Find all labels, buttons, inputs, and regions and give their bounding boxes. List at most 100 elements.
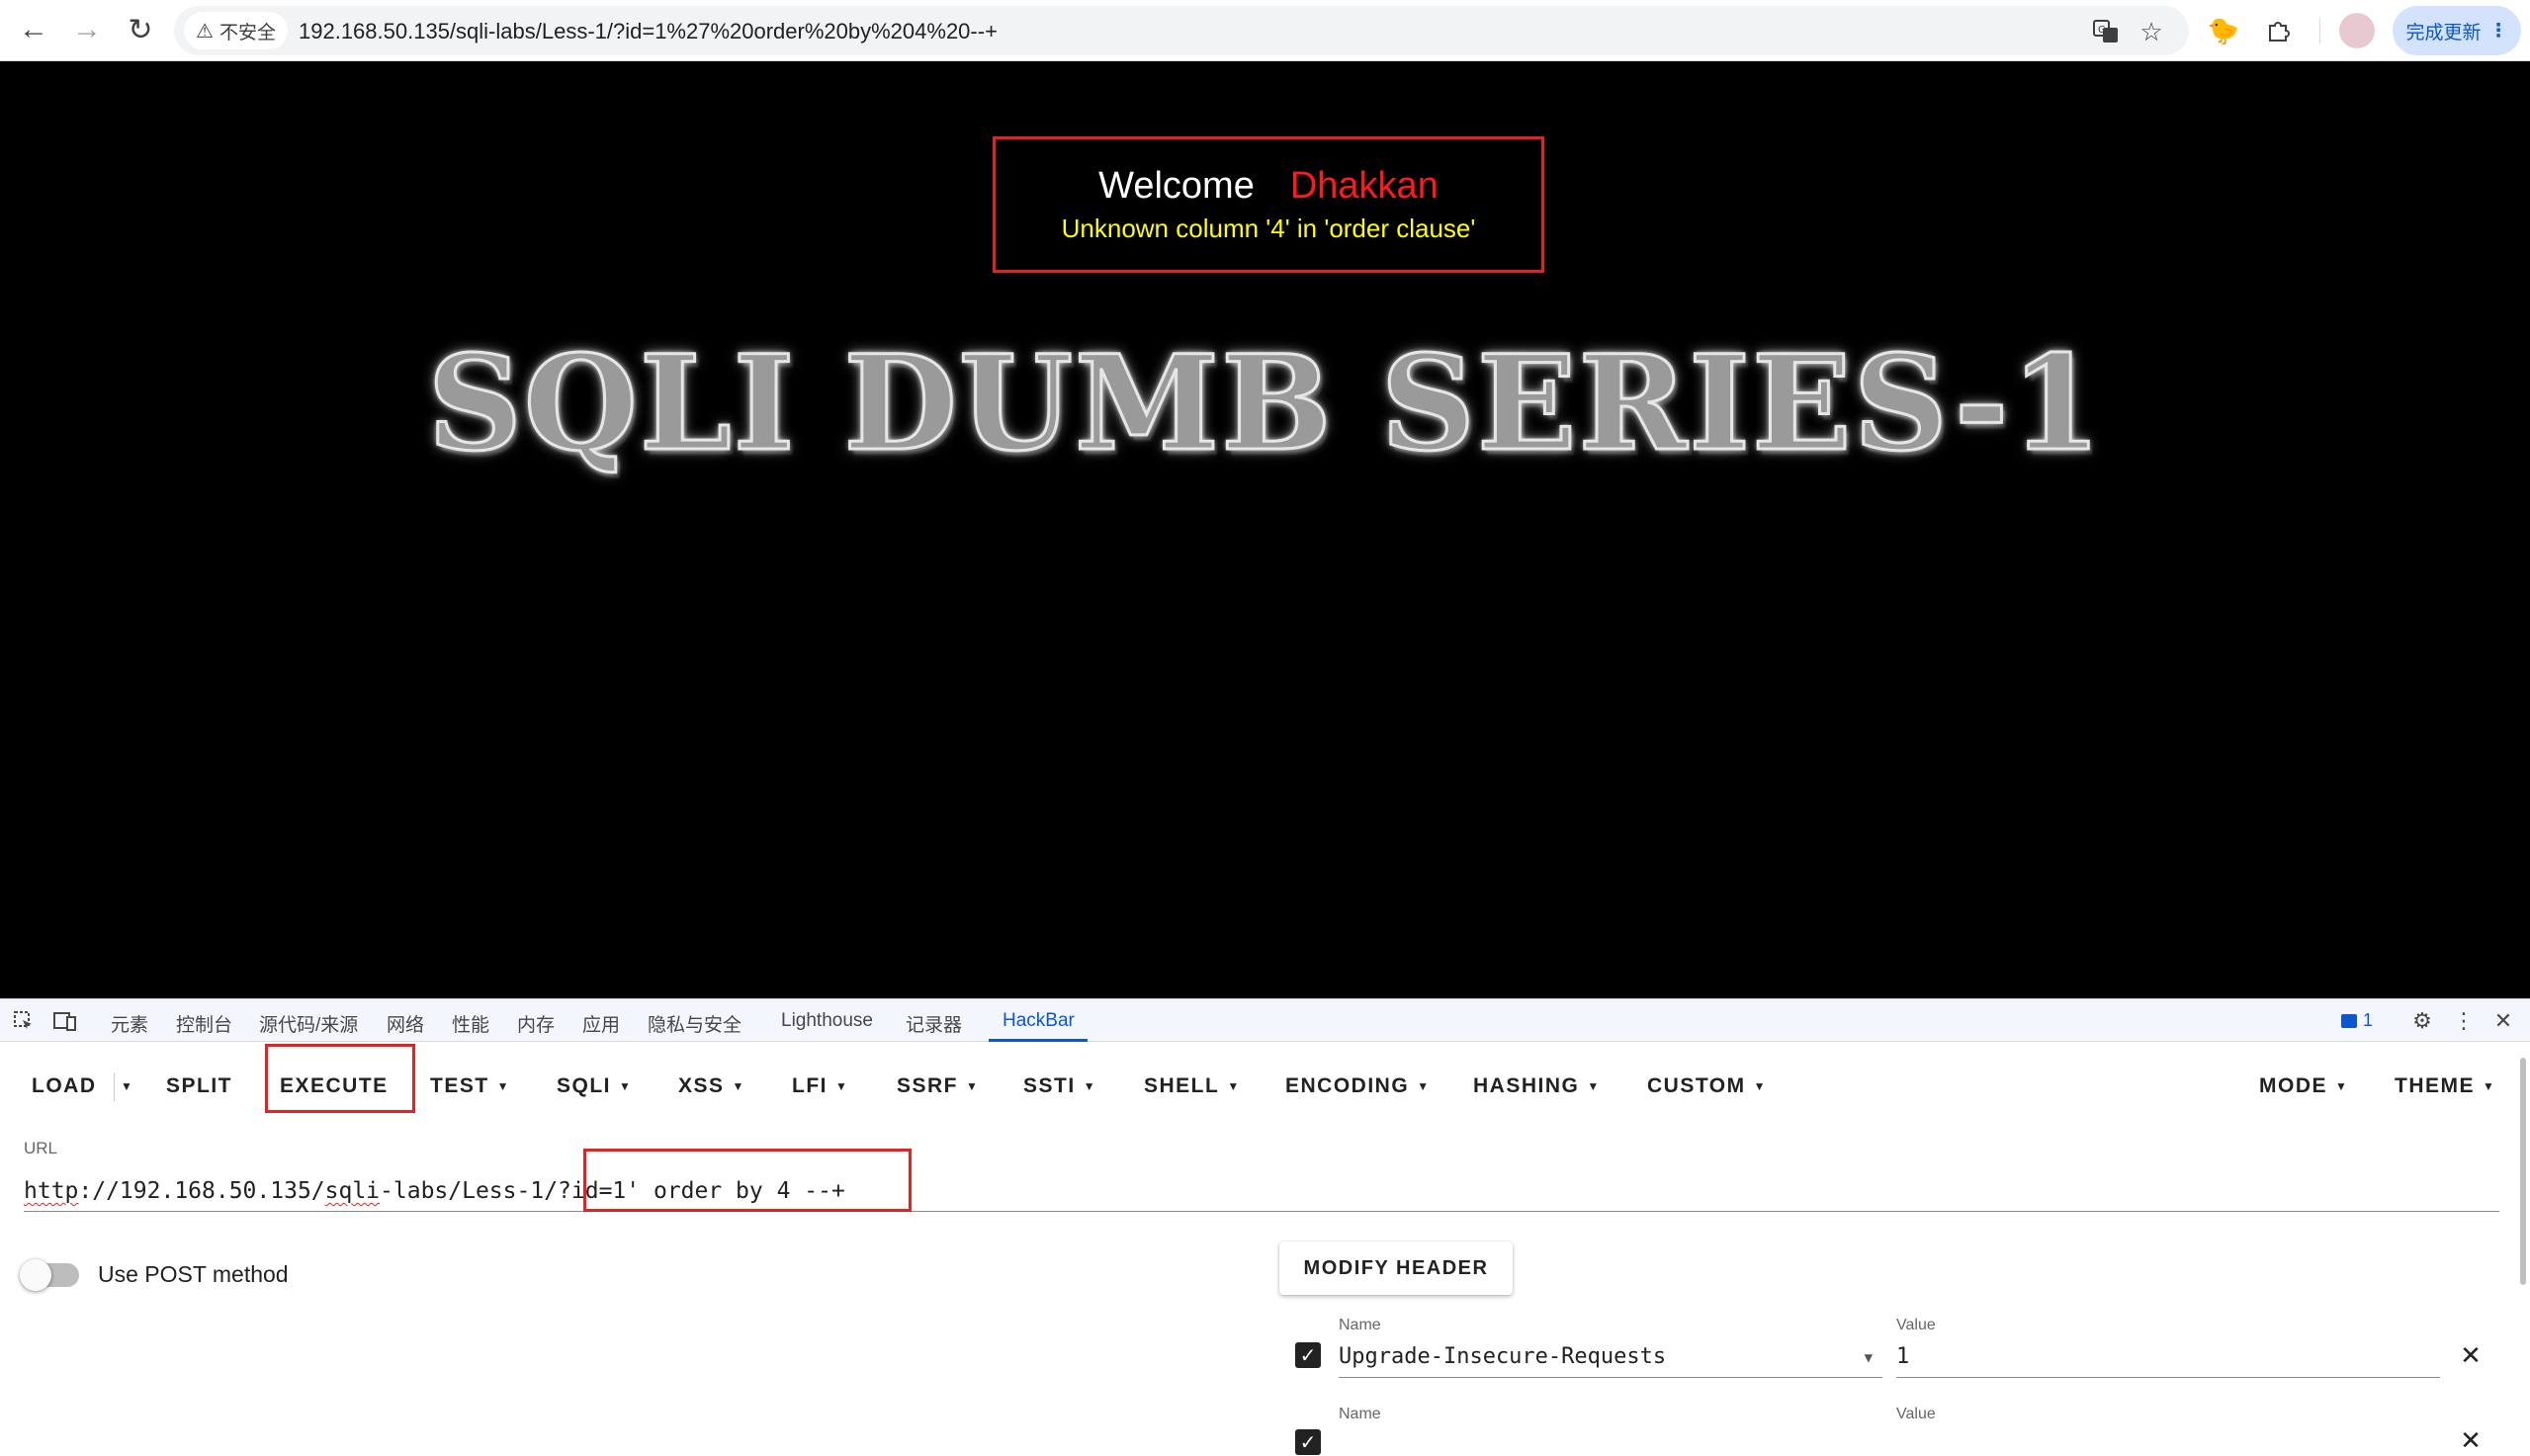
- url-sqli-word: sqli: [324, 1178, 381, 1204]
- mode-label: MODE: [2259, 1074, 2327, 1097]
- theme-label: THEME: [2395, 1074, 2475, 1097]
- devtools-tab-sources[interactable]: 源代码/来源: [259, 1010, 358, 1037]
- sqli-menu-button[interactable]: SQLI ▼: [557, 1064, 632, 1109]
- devtools-tab-console[interactable]: 控制台: [176, 1010, 232, 1037]
- security-label: 不安全: [218, 22, 276, 43]
- lfi-menu-button[interactable]: LFI ▼: [792, 1064, 848, 1109]
- settings-gear-icon[interactable]: ⚙: [2408, 1007, 2436, 1035]
- reload-icon[interactable]: ↻: [119, 8, 162, 51]
- profile-avatar[interactable]: [2339, 13, 2375, 48]
- header-name-label: Name: [1339, 1406, 1381, 1422]
- load-dropdown-button[interactable]: ▼: [121, 1064, 133, 1109]
- back-arrow-icon[interactable]: ←: [12, 8, 55, 51]
- post-method-label: Use POST method: [98, 1261, 289, 1287]
- url-host-path: ://192.168.50.135/: [78, 1178, 325, 1204]
- extensions-puzzle-icon[interactable]: [2258, 10, 2300, 51]
- extension-icon[interactable]: 🐤: [2203, 10, 2244, 51]
- more-options-icon[interactable]: ⋮: [2450, 1007, 2478, 1035]
- hackbar-url-input[interactable]: http://192.168.50.135/sqli-labs/Less-1/?…: [24, 1166, 2499, 1212]
- caret-down-icon: ▼: [2483, 1079, 2496, 1093]
- load-divider: [114, 1073, 115, 1101]
- device-toggle-icon[interactable]: [51, 1007, 79, 1035]
- post-method-toggle[interactable]: [20, 1259, 79, 1291]
- inspect-element-icon[interactable]: [10, 1007, 38, 1035]
- ssti-label: SSTI: [1023, 1074, 1076, 1097]
- load-label: LOAD: [32, 1074, 97, 1097]
- header-name-input[interactable]: Upgrade-Insecure-Requests ▼: [1339, 1336, 1882, 1378]
- remove-header-close-icon[interactable]: ✕: [2456, 1340, 2486, 1370]
- modify-header-button[interactable]: MODIFY HEADER: [1279, 1242, 1513, 1295]
- caret-down-icon: ▼: [619, 1079, 633, 1093]
- devtools-tab-elements[interactable]: 元素: [111, 1010, 148, 1037]
- caret-down-icon: ▼: [1864, 1350, 1873, 1366]
- active-tab-indicator: [989, 1039, 1088, 1042]
- update-button[interactable]: 完成更新 ⋮: [2393, 6, 2521, 55]
- ssrf-menu-button[interactable]: SSRF ▼: [897, 1064, 979, 1109]
- translate-icon[interactable]: G: [2090, 16, 2122, 47]
- remove-header-close-icon[interactable]: ✕: [2456, 1425, 2486, 1455]
- query-highlight-box: [583, 1149, 912, 1212]
- page-viewport: Welcome Dhakkan Unknown column '4' in 'or…: [0, 61, 2530, 998]
- close-devtools-icon[interactable]: ✕: [2489, 1007, 2517, 1035]
- banner: SQLI DUMB SERIES-1: [426, 324, 2103, 482]
- browser-toolbar: ← → ↻ ⚠ 不安全 192.168.50.135/sqli-labs/Les…: [0, 0, 2530, 61]
- split-button[interactable]: SPLIT: [166, 1064, 232, 1109]
- header-enabled-checkbox[interactable]: ✓: [1295, 1429, 1321, 1455]
- url-scheme: http: [24, 1178, 79, 1204]
- xss-label: XSS: [678, 1074, 725, 1097]
- devtools-tab-recorder[interactable]: 记录器: [906, 1010, 962, 1037]
- svg-text:G: G: [2098, 25, 2106, 36]
- url-path-rest: -labs/Less-1/: [380, 1178, 559, 1204]
- devtools-tab-application[interactable]: 应用: [582, 1010, 620, 1037]
- header-enabled-checkbox[interactable]: ✓: [1295, 1342, 1321, 1368]
- devtools-tab-performance[interactable]: 性能: [452, 1010, 489, 1037]
- encoding-menu-button[interactable]: ENCODING ▼: [1285, 1064, 1431, 1109]
- header-value-label: Value: [1896, 1406, 1936, 1422]
- devtools-tab-memory[interactable]: 内存: [517, 1010, 555, 1037]
- welcome-box: Welcome Dhakkan Unknown column '4' in 'or…: [993, 136, 1544, 273]
- encoding-label: ENCODING: [1285, 1074, 1410, 1097]
- split-label: SPLIT: [166, 1074, 233, 1097]
- header-value-input[interactable]: 1: [1896, 1336, 2440, 1378]
- devtools-tab-hackbar[interactable]: HackBar: [1003, 1010, 1075, 1032]
- test-menu-button[interactable]: TEST ▼: [430, 1064, 510, 1109]
- xss-menu-button[interactable]: XSS ▼: [678, 1064, 745, 1109]
- hashing-menu-button[interactable]: HASHING ▼: [1473, 1064, 1601, 1109]
- bookmark-star-icon[interactable]: ☆: [2136, 16, 2167, 47]
- message-icon: [2341, 1013, 2357, 1028]
- welcome-text: Welcome: [1098, 165, 1255, 207]
- warning-triangle-icon: ⚠: [196, 20, 214, 43]
- load-button[interactable]: LOAD: [32, 1064, 97, 1109]
- sql-error-message: Unknown column '4' in 'order clause': [1061, 214, 1476, 243]
- toolbar-separator: [2319, 18, 2320, 43]
- custom-menu-button[interactable]: CUSTOM ▼: [1647, 1064, 1767, 1109]
- devtools-scrollbar[interactable]: [2520, 1058, 2526, 1285]
- header-name-value: Upgrade-Insecure-Requests: [1339, 1344, 1667, 1369]
- devtools-tab-network[interactable]: 网络: [387, 1010, 424, 1037]
- checkmark-icon: ✓: [1299, 1344, 1317, 1367]
- hashing-label: HASHING: [1473, 1074, 1580, 1097]
- theme-menu-button[interactable]: THEME ▼: [2395, 1064, 2495, 1109]
- update-label: 完成更新: [2405, 22, 2482, 43]
- issues-badge[interactable]: 1: [2341, 1010, 2373, 1031]
- custom-label: CUSTOM: [1647, 1074, 1746, 1097]
- caret-down-icon: ▼: [1753, 1079, 1768, 1093]
- address-bar[interactable]: ⚠ 不安全 192.168.50.135/sqli-labs/Less-1/?i…: [174, 6, 2189, 55]
- shell-label: SHELL: [1144, 1074, 1220, 1097]
- welcome-line: Welcome Dhakkan: [996, 165, 1541, 208]
- caret-down-icon: ▼: [835, 1079, 849, 1093]
- address-url-text[interactable]: 192.168.50.135/sqli-labs/Less-1/?id=1%27…: [299, 19, 998, 44]
- mode-menu-button[interactable]: MODE ▼: [2259, 1064, 2348, 1109]
- shell-menu-button[interactable]: SHELL ▼: [1144, 1064, 1241, 1109]
- forward-arrow-icon[interactable]: →: [65, 8, 109, 51]
- security-chip[interactable]: ⚠ 不安全: [184, 12, 288, 49]
- devtools-tab-privacy-security[interactable]: 隐私与安全: [648, 1010, 742, 1037]
- ssrf-label: SSRF: [897, 1074, 959, 1097]
- modify-header-label: MODIFY HEADER: [1303, 1256, 1489, 1279]
- execute-highlight-box: [265, 1044, 415, 1113]
- caret-down-icon: ▼: [1417, 1079, 1431, 1093]
- devtools-tab-lighthouse[interactable]: Lighthouse: [781, 1010, 873, 1032]
- caret-down-icon: ▼: [2335, 1079, 2349, 1093]
- ssti-menu-button[interactable]: SSTI ▼: [1023, 1064, 1096, 1109]
- banner-title: SQLI DUMB SERIES-1: [426, 325, 2104, 481]
